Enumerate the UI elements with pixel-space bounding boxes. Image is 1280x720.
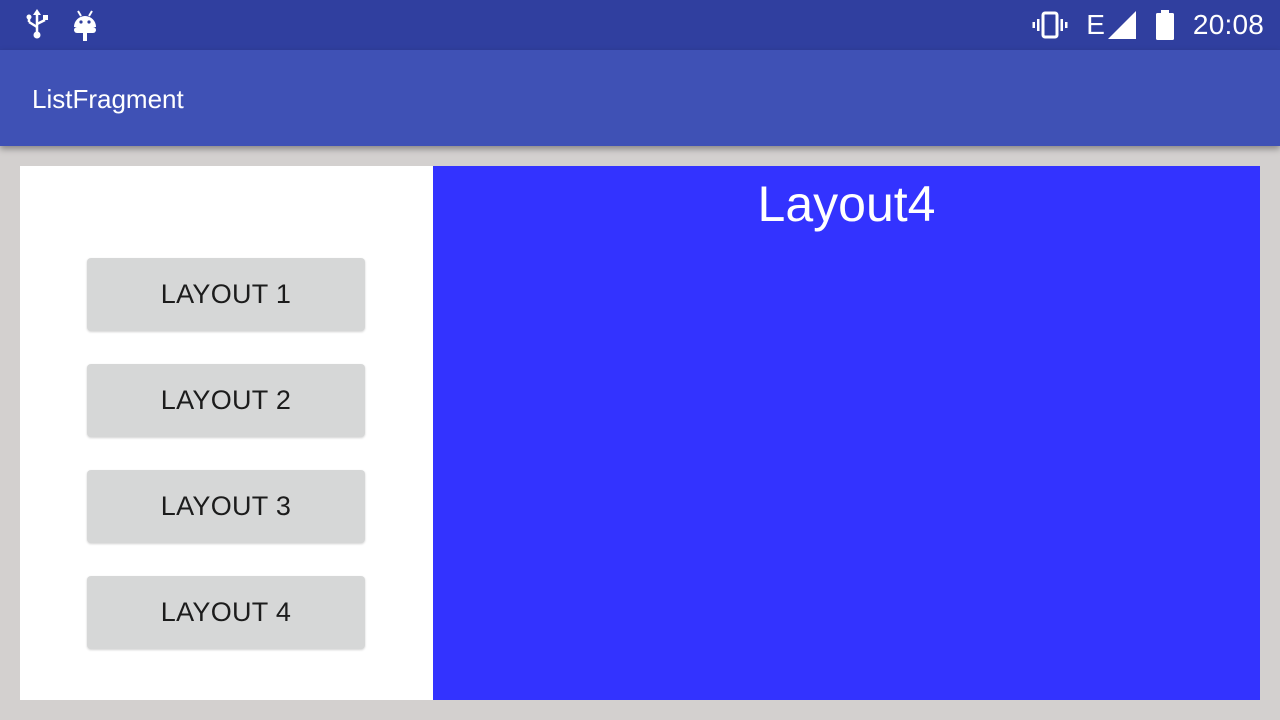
clock: 20:08: [1192, 9, 1264, 40]
battery-icon: [1155, 8, 1175, 42]
app-bar: ListFragment: [0, 50, 1280, 146]
detail-title: Layout4: [757, 176, 936, 232]
device-screen: E 20:08 ListFragment LAYOUT 1 LAYOUT 2 L…: [0, 0, 1280, 720]
network-type-label: E: [1086, 9, 1105, 40]
status-bar-notifications: [24, 8, 98, 42]
fragment-container: LAYOUT 1 LAYOUT 2 LAYOUT 3 LAYOUT 4 Layo…: [20, 166, 1260, 700]
android-debug-icon: [72, 8, 98, 42]
layout-1-button[interactable]: LAYOUT 1: [87, 258, 365, 331]
network-edge-signal-icon: E: [1086, 8, 1137, 42]
layout-2-button[interactable]: LAYOUT 2: [87, 364, 365, 437]
layout-4-button[interactable]: LAYOUT 4: [87, 576, 365, 649]
list-fragment: LAYOUT 1 LAYOUT 2 LAYOUT 3 LAYOUT 4: [20, 166, 433, 700]
app-title: ListFragment: [32, 84, 184, 114]
status-bar: E 20:08: [0, 0, 1280, 50]
layout-3-button[interactable]: LAYOUT 3: [87, 470, 365, 543]
usb-icon: [24, 8, 50, 42]
status-bar-system: E 20:08: [1032, 8, 1264, 42]
vibrate-icon: [1032, 8, 1068, 42]
detail-fragment: Layout4: [433, 166, 1260, 700]
